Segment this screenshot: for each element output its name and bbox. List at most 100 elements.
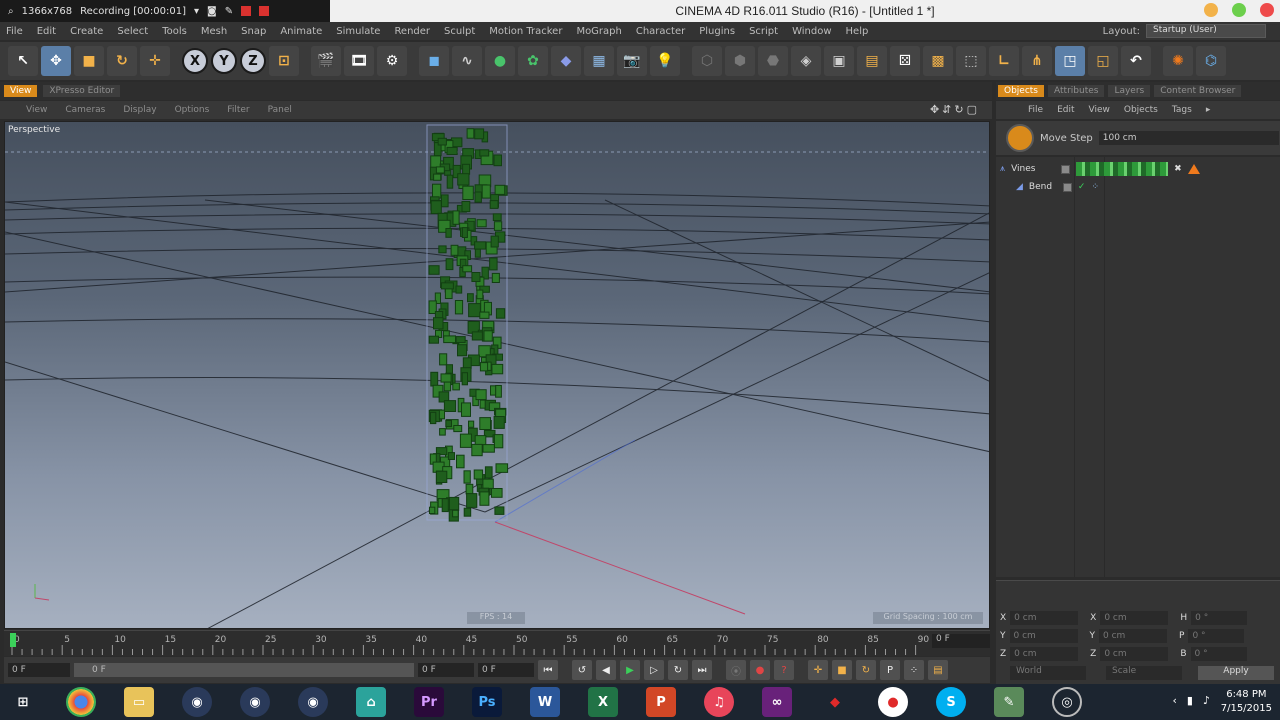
object-row[interactable]: ⩚ Vines ✖	[1000, 161, 1200, 177]
network-icon[interactable]: ▮	[1187, 694, 1193, 707]
size-x-input[interactable]: 0 cm	[1100, 611, 1169, 625]
tab-layers[interactable]: Layers	[1108, 85, 1151, 97]
deformer-tag-icon[interactable]: ⁘	[1091, 182, 1099, 192]
menu-tools[interactable]: Tools	[162, 26, 187, 37]
menu-motion-tracker[interactable]: Motion Tracker	[489, 26, 562, 37]
tab-xpresso-editor[interactable]: XPresso Editor	[43, 85, 121, 97]
locked-workplane-icon[interactable]: ◱	[1088, 46, 1118, 76]
scale-tool[interactable]: ■	[74, 46, 104, 76]
next-key-button[interactable]: ↻	[668, 660, 688, 680]
viewport-menu-filter[interactable]: Filter	[227, 105, 249, 115]
light-icon[interactable]: 💡	[650, 46, 680, 76]
menu-help[interactable]: Help	[846, 26, 869, 37]
render-settings-icon[interactable]: ⚙	[377, 46, 407, 76]
skype-icon[interactable]: S	[936, 687, 966, 717]
key-position-icon[interactable]: ✛	[808, 660, 828, 680]
object-name[interactable]: Vines	[1011, 164, 1055, 174]
key-parameter-icon[interactable]: P	[880, 660, 900, 680]
key-pla-icon[interactable]: ⁘	[904, 660, 924, 680]
cube-icon[interactable]: ◼	[419, 46, 449, 76]
menu-edit[interactable]: Edit	[37, 26, 56, 37]
chrome-icon[interactable]	[66, 687, 96, 717]
playhead[interactable]	[10, 633, 16, 647]
keyframe-selection-icon[interactable]: ?	[774, 660, 794, 680]
undo-view-icon[interactable]: ↶	[1121, 46, 1151, 76]
tab-attributes[interactable]: Attributes	[1048, 85, 1105, 97]
deformer-icon[interactable]: ◆	[551, 46, 581, 76]
tab-objects[interactable]: Objects	[998, 85, 1045, 97]
timeline-end-field[interactable]: 0 F	[932, 634, 990, 648]
premiere-icon[interactable]: Pr	[414, 687, 444, 717]
object-row[interactable]: ◢ Bend ✓ ⁘	[1016, 179, 1099, 195]
word-icon[interactable]: W	[530, 687, 560, 717]
position-y-input[interactable]: 0 cm	[1009, 629, 1078, 643]
floor-icon[interactable]: ▦	[584, 46, 614, 76]
rotation-p-input[interactable]: 0 °	[1188, 629, 1245, 643]
menu-plugins[interactable]: Plugins	[699, 26, 735, 37]
timeline-ruler[interactable]: 0 5 10 15 20 25 30 35 40 45 50 55 60 65 70 75 80 85 90 0 F	[4, 630, 990, 656]
tag-icon[interactable]: ✖	[1174, 164, 1182, 174]
polygons-mode-icon[interactable]: ⬣	[758, 46, 788, 76]
menu-select[interactable]: Select	[117, 26, 148, 37]
key-rotation-icon[interactable]: ↻	[856, 660, 876, 680]
maximize-button[interactable]	[1232, 3, 1246, 17]
camera-icon[interactable]: ◙	[207, 6, 217, 17]
system-clock[interactable]: 6:48 PM 7/15/2015	[1221, 688, 1272, 716]
enable-axis-icon[interactable]: ⬚	[956, 46, 986, 76]
menu-animate[interactable]: Animate	[280, 26, 322, 37]
x-axis-lock[interactable]: X	[182, 48, 208, 74]
menu-file[interactable]: File	[6, 26, 23, 37]
viewport-menu-options[interactable]: Options	[175, 105, 210, 115]
cinema4d-icon[interactable]: ◉	[240, 687, 270, 717]
menu-snap[interactable]: Snap	[241, 26, 266, 37]
size-mode-select[interactable]: Scale	[1106, 666, 1182, 680]
cinema4d-icon[interactable]: ◉	[182, 687, 212, 717]
cinema4d-icon[interactable]: ◉	[298, 687, 328, 717]
timeline-window-icon[interactable]: ▤	[928, 660, 948, 680]
windows-start-icon[interactable]: ⊞	[8, 687, 38, 717]
dropdown-icon[interactable]: ▾	[194, 6, 199, 17]
layout-dropdown[interactable]: Startup (User)	[1146, 24, 1266, 38]
perspective-viewport[interactable]: Perspective FPS : 14 Grid Spacing : 100 …	[4, 121, 990, 629]
recent-tool[interactable]: ✛	[140, 46, 170, 76]
rotation-h-input[interactable]: 0 °	[1191, 611, 1248, 625]
move-step-input[interactable]: 100 cm	[1098, 131, 1279, 145]
toggle-views-icon[interactable]: ▢	[967, 103, 980, 116]
coordinate-system-icon[interactable]: ⊡	[269, 46, 299, 76]
om-menu-file[interactable]: File	[1028, 105, 1043, 115]
ruby-icon[interactable]: ◆	[820, 687, 850, 717]
render-picture-viewer-icon[interactable]: 🎞	[344, 46, 374, 76]
orbit-icon[interactable]: ↻	[954, 103, 966, 116]
mograph-cloner-icon[interactable]: ✿	[518, 46, 548, 76]
rotate-tool[interactable]: ↻	[107, 46, 137, 76]
minimize-button[interactable]	[1204, 3, 1218, 17]
visibility-toggle[interactable]	[1061, 164, 1071, 174]
pause-icon[interactable]	[241, 6, 252, 16]
menu-simulate[interactable]: Simulate	[336, 26, 380, 37]
points-mode-icon[interactable]: ⬡	[692, 46, 722, 76]
menu-mograph[interactable]: MoGraph	[576, 26, 621, 37]
dolly-icon[interactable]: ⇵	[942, 103, 954, 116]
menu-script[interactable]: Script	[749, 26, 778, 37]
size-z-input[interactable]: 0 cm	[1100, 647, 1169, 661]
itunes-icon[interactable]: ♫	[704, 687, 734, 717]
excel-icon[interactable]: X	[588, 687, 618, 717]
record-app-icon[interactable]: ●	[878, 687, 908, 717]
object-mode-icon[interactable]: ▣	[824, 46, 854, 76]
play-button[interactable]: ▶	[620, 660, 640, 680]
close-button[interactable]	[1260, 3, 1274, 17]
move-tool[interactable]: ✥	[41, 46, 71, 76]
menu-create[interactable]: Create	[70, 26, 103, 37]
enabled-check-icon[interactable]: ✓	[1078, 182, 1086, 192]
viewport-menu-view[interactable]: View	[26, 105, 47, 115]
stop-icon[interactable]	[259, 6, 270, 16]
object-name[interactable]: Bend	[1029, 182, 1057, 192]
viewport-menu-display[interactable]: Display	[123, 105, 156, 115]
key-scale-icon[interactable]: ■	[832, 660, 852, 680]
range-slider[interactable]: 0 F	[74, 663, 414, 677]
render-view-icon[interactable]: 🎬	[311, 46, 341, 76]
texture-mode-icon[interactable]: ▤	[857, 46, 887, 76]
menu-mesh[interactable]: Mesh	[201, 26, 227, 37]
visual-studio-icon[interactable]: ∞	[762, 687, 792, 717]
app-icon[interactable]: ⌂	[356, 687, 386, 717]
